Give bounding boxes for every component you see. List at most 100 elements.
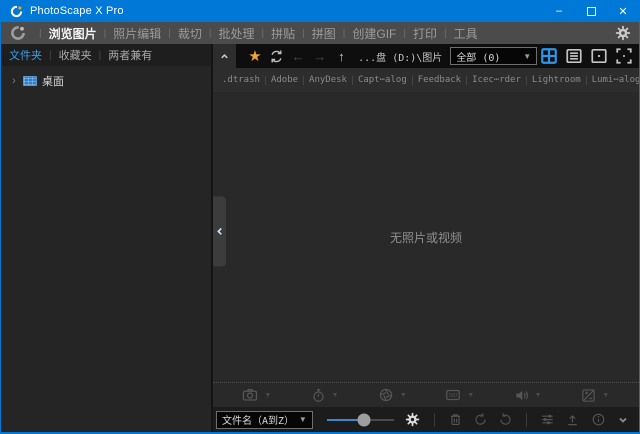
dropdown-caret-icon: ▼	[299, 415, 307, 424]
delete-trash-icon[interactable]	[445, 409, 466, 431]
camera-filter[interactable]: ▼	[223, 387, 291, 403]
tab-editor[interactable]: 照片编辑	[113, 25, 161, 42]
tab-tools[interactable]: 工具	[454, 25, 478, 42]
caret-down-icon: ▼	[602, 392, 609, 399]
view-list-button[interactable]	[565, 46, 584, 67]
exposure-filter[interactable]: ▼	[561, 388, 629, 403]
main-panel: ★ ← → ↑ ...盘 (D:)\图片 全部 (0) ▼	[213, 44, 639, 432]
svg-text:ISO: ISO	[449, 393, 458, 399]
photoscape-window: PhotoScape X Pro – ✕ | 浏览图片 | 照片编辑 | 裁切 …	[0, 0, 640, 434]
window-title: PhotoScape X Pro	[30, 5, 124, 17]
maximize-button[interactable]	[575, 0, 607, 22]
tree-item-label: 桌面	[42, 73, 64, 89]
exif-filter-bar: ▼ ▼ ▼ ISO ▼ ▼	[213, 382, 639, 407]
caret-down-icon: ▼	[535, 392, 542, 399]
rotate-cw-icon[interactable]	[495, 409, 516, 431]
tab-print[interactable]: 打印	[413, 25, 437, 42]
thumbnail-size-slider[interactable]	[327, 413, 394, 427]
subfolder-chip[interactable]: Capt⋯alog	[353, 75, 412, 85]
forward-arrow-icon[interactable]: →	[310, 45, 330, 67]
folder-tree: › 桌面	[1, 66, 211, 432]
menu-separator: |	[104, 28, 107, 39]
sidebar-tab-folders[interactable]: 文件夹	[9, 47, 42, 63]
window-body: 文件夹 | 收藏夹 | 两者兼有 › 桌面 ★	[1, 44, 639, 432]
up-folder-icon[interactable]: ↑	[332, 45, 352, 67]
subfolder-chip[interactable]: Icec⋯rder	[467, 75, 526, 85]
rotate-ccw-icon[interactable]	[470, 409, 491, 431]
menu-separator: |	[403, 28, 406, 39]
caret-down-icon: ▼	[467, 392, 474, 399]
empty-state-message: 无照片或视频	[390, 229, 462, 246]
subfolder-chip[interactable]: Lightroom	[527, 75, 586, 85]
toolbar-separator	[526, 413, 527, 427]
tab-combine[interactable]: 拼图	[312, 25, 336, 42]
sort-order-dropdown[interactable]: 文件名（A到Z） ▼	[216, 411, 313, 429]
tab-browse[interactable]: 浏览图片	[49, 25, 97, 42]
sidebar-tab-favorites[interactable]: 收藏夹	[59, 47, 92, 63]
sidebar-tab-both[interactable]: 两者兼有	[108, 47, 152, 63]
sidebar-collapse-handle[interactable]	[213, 196, 226, 266]
iso-icon: ISO	[445, 387, 461, 403]
subfolder-chip[interactable]: AnyDesk	[304, 75, 352, 85]
media-filter-dropdown[interactable]: 全部 (0) ▼	[450, 47, 537, 65]
title-bar: PhotoScape X Pro – ✕	[1, 0, 639, 22]
subfolder-strip: .dtrash Adobe AnyDesk Capt⋯alog Feedback…	[213, 68, 639, 92]
caret-down-icon: ▼	[332, 392, 339, 399]
aperture-filter[interactable]: ▼	[358, 387, 426, 403]
chevron-up-icon	[219, 51, 230, 62]
caret-down-icon: ▼	[264, 392, 271, 399]
menu-separator: |	[343, 28, 346, 39]
collapse-up-button[interactable]	[213, 44, 236, 68]
favorite-star-icon[interactable]: ★	[245, 45, 265, 67]
current-path[interactable]: ...盘 (D:)\图片	[358, 49, 442, 64]
caret-down-icon: ▼	[400, 392, 407, 399]
menu-separator: |	[262, 28, 265, 39]
subfolder-chip[interactable]: Feedback	[413, 75, 466, 85]
collapse-down-button[interactable]	[613, 409, 634, 431]
menu-separator: |	[168, 28, 171, 39]
tab-crop[interactable]: 裁切	[178, 25, 202, 42]
exposure-icon	[581, 388, 596, 403]
shutter-speed-filter[interactable]: ▼	[291, 388, 359, 403]
speaker-icon	[514, 388, 529, 403]
view-settings-gear-icon[interactable]	[402, 409, 423, 431]
close-button[interactable]: ✕	[607, 0, 639, 22]
export-upload-icon[interactable]	[562, 409, 583, 431]
subfolder-chip[interactable]: Adobe	[266, 75, 303, 85]
menu-separator: |	[444, 28, 447, 39]
subfolder-chip[interactable]: .dtrash	[217, 75, 265, 85]
view-fullscreen-button[interactable]	[614, 46, 633, 67]
sound-filter[interactable]: ▼	[494, 388, 562, 403]
view-grid-button[interactable]	[540, 46, 559, 67]
menu-bar: | 浏览图片 | 照片编辑 | 裁切 | 批处理 | 拼贴 | 拼图 | 创建G…	[1, 22, 639, 44]
tab-create-gif[interactable]: 创建GIF	[352, 25, 396, 42]
view-thumbnail-button[interactable]	[590, 46, 609, 67]
menu-separator: |	[209, 28, 212, 39]
tab-collage[interactable]: 拼贴	[271, 25, 295, 42]
stopwatch-icon	[311, 388, 326, 403]
refresh-icon[interactable]	[267, 45, 287, 67]
menu-separator: |	[302, 28, 305, 39]
back-arrow-icon[interactable]: ←	[288, 45, 308, 67]
settings-gear-icon[interactable]	[615, 25, 631, 41]
aperture-icon	[378, 387, 394, 403]
adjustments-sliders-icon[interactable]	[537, 409, 558, 431]
menu-separator: |	[39, 28, 42, 39]
tab-batch[interactable]: 批处理	[218, 25, 254, 42]
subfolder-chip[interactable]: Lumi⋯alog	[587, 75, 639, 85]
desktop-icon	[23, 76, 37, 86]
tree-item-desktop[interactable]: › 桌面	[1, 71, 211, 90]
tab-separator: |	[99, 50, 102, 61]
maximize-icon	[587, 7, 596, 16]
expander-chevron-icon[interactable]: ›	[8, 75, 20, 87]
slider-thumb[interactable]	[357, 413, 370, 426]
iso-filter[interactable]: ISO ▼	[426, 387, 494, 403]
chevron-down-icon	[617, 414, 629, 426]
bottom-bar: 文件名（A到Z） ▼	[213, 407, 639, 432]
minimize-button[interactable]: –	[543, 0, 575, 22]
photoscape-swirl-icon	[10, 25, 26, 41]
camera-icon	[242, 387, 258, 403]
dropdown-caret-icon: ▼	[523, 52, 531, 61]
info-icon[interactable]	[588, 409, 609, 431]
chevron-left-icon	[215, 226, 225, 236]
